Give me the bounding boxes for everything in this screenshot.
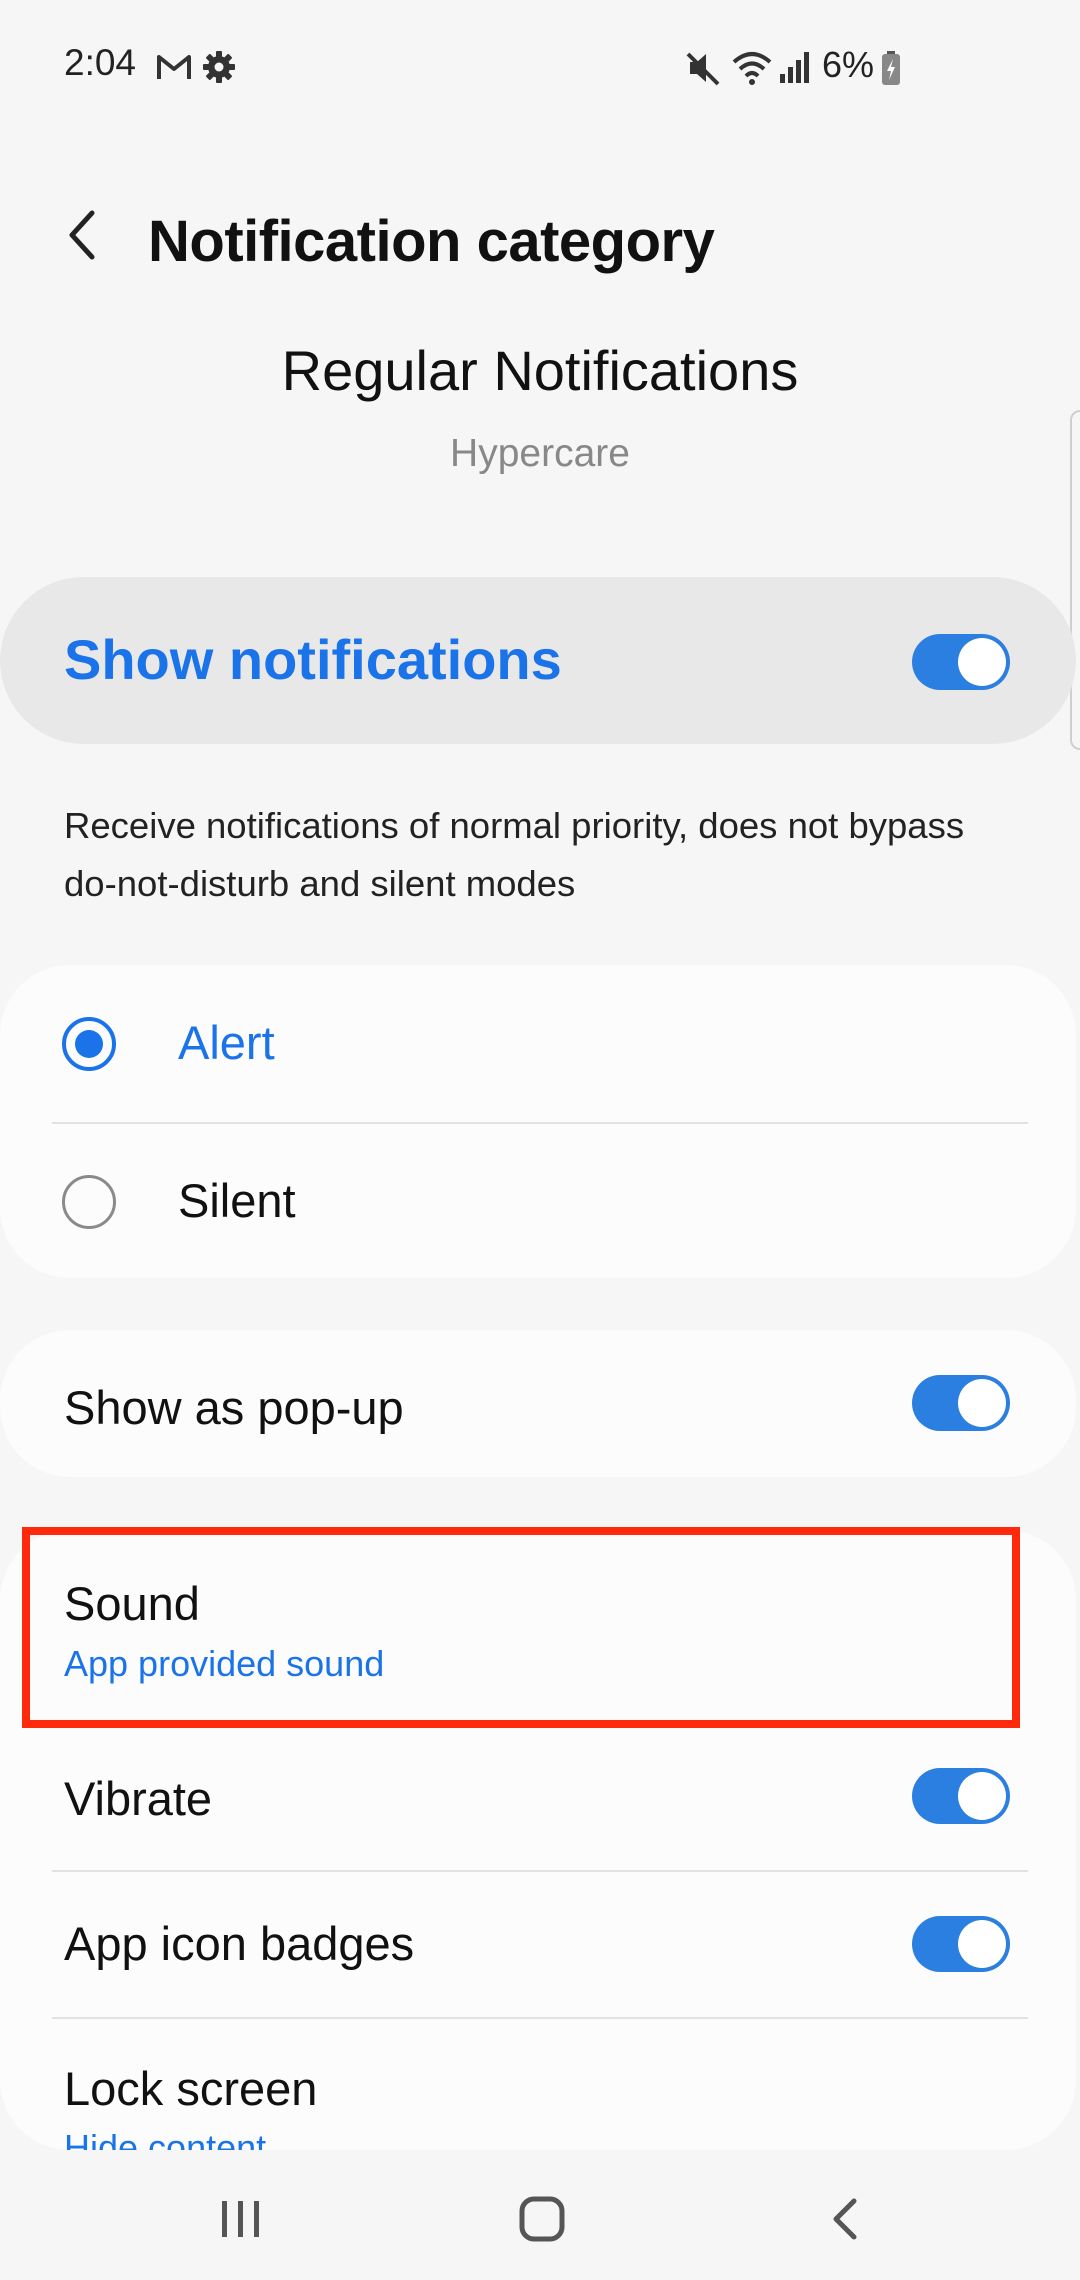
gmail-icon xyxy=(157,55,191,79)
vibrate-toggle[interactable] xyxy=(912,1768,1010,1824)
show-notifications-label: Show notifications xyxy=(64,628,562,691)
highlight-box xyxy=(22,1527,1020,1728)
show-notifications-toggle[interactable] xyxy=(912,634,1010,690)
silent-label: Silent xyxy=(178,1174,296,1227)
lock-screen-label: Lock screen xyxy=(64,2062,318,2115)
status-time: 2:04 xyxy=(64,42,137,83)
notification-category-screen: 2:04 6% Notification category Regular No… xyxy=(0,0,1080,2280)
alert-label: Alert xyxy=(178,1016,275,1069)
status-bar: 2:04 6% xyxy=(0,0,1080,135)
recent-apps-icon[interactable] xyxy=(218,2199,264,2239)
app-icon-badges-toggle[interactable] xyxy=(912,1916,1010,1972)
alert-radio[interactable] xyxy=(62,1017,116,1071)
vibrate-row[interactable]: Vibrate xyxy=(0,1726,1076,1869)
category-name: Regular Notifications xyxy=(281,339,799,402)
battery-charging-icon xyxy=(882,51,900,85)
lock-screen-row[interactable]: Lock screen Hide content xyxy=(0,2019,1076,2150)
home-icon[interactable] xyxy=(518,2195,566,2243)
signal-icon xyxy=(780,52,809,83)
wifi-icon xyxy=(732,52,772,85)
app-icon-badges-row[interactable]: App icon badges xyxy=(0,1872,1076,2017)
nav-back-icon[interactable] xyxy=(826,2197,866,2241)
popup-label: Show as pop-up xyxy=(64,1381,404,1434)
app-name: Hypercare xyxy=(450,432,630,475)
back-arrow-icon[interactable] xyxy=(58,205,108,265)
alert-mode-card: Alert Silent xyxy=(0,965,1076,1278)
popup-toggle[interactable] xyxy=(912,1375,1010,1431)
scroll-indicator xyxy=(1070,410,1080,750)
silent-option[interactable]: Silent xyxy=(0,1123,1076,1278)
battery-percent: 6% xyxy=(822,44,875,85)
mute-icon xyxy=(686,52,720,86)
show-notifications-row[interactable]: Show notifications xyxy=(0,577,1076,744)
popup-row[interactable]: Show as pop-up xyxy=(0,1330,1076,1477)
silent-radio[interactable] xyxy=(62,1175,116,1229)
alert-option[interactable]: Alert xyxy=(0,965,1076,1121)
app-icon-badges-label: App icon badges xyxy=(64,1917,415,1970)
navigation-bar xyxy=(0,2155,1080,2280)
lock-screen-value: Hide content xyxy=(64,2127,267,2150)
page-title: Notification category xyxy=(148,209,715,274)
settings-gear-icon xyxy=(203,51,235,83)
vibrate-label: Vibrate xyxy=(64,1772,213,1825)
category-description: Receive notifications of normal priority… xyxy=(64,805,965,904)
